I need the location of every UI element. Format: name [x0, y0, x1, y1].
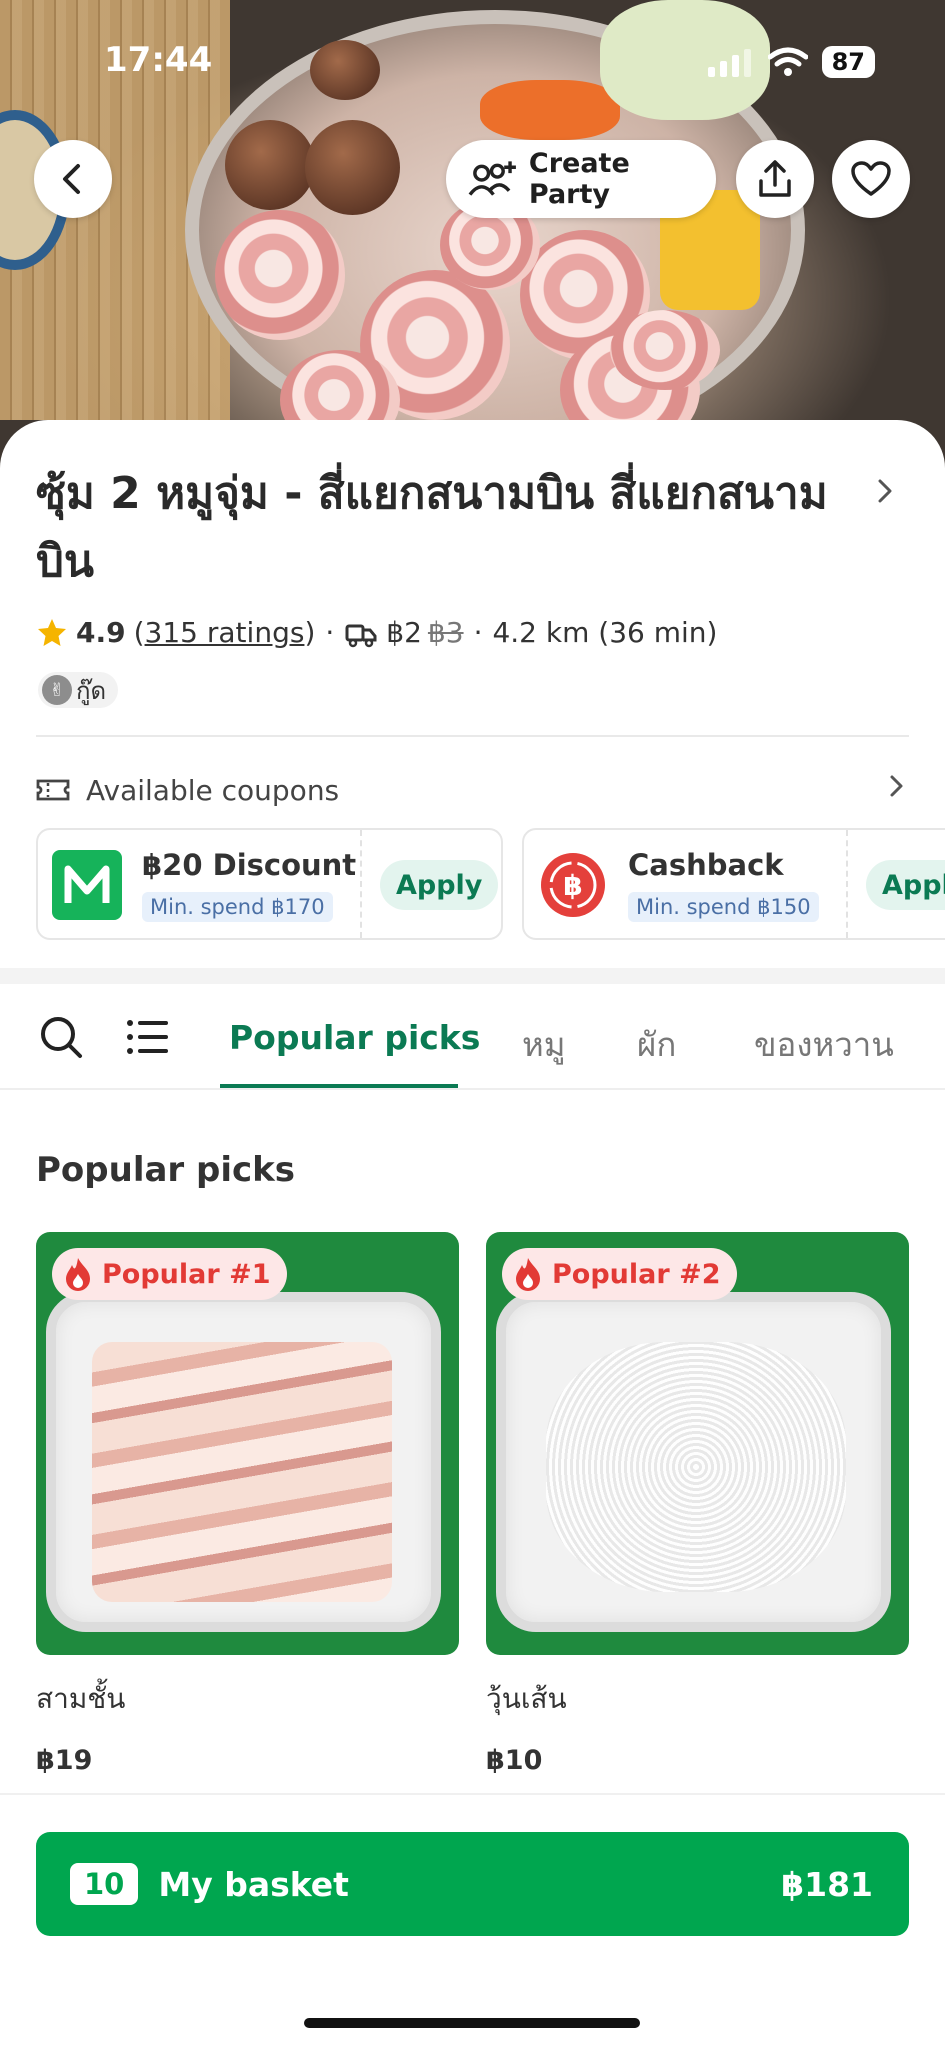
favorite-button[interactable] — [832, 140, 910, 218]
menu-item-image: Popular #1 — [36, 1232, 459, 1655]
restaurant-info-card: ซุ้ม 2 หมูจุ่ม - สี่แยกสนามบิน สี่แยกสนา… — [0, 420, 945, 960]
menu-item-price: ฿19 — [36, 1745, 93, 1776]
divider — [36, 735, 909, 737]
home-indicator — [304, 2018, 640, 2028]
menu-item-price: ฿10 — [486, 1745, 543, 1776]
tab-vegetables[interactable]: ผัก — [637, 1018, 676, 1071]
distance-time: 4.2 km (36 min) — [492, 616, 718, 649]
popular-badge-label: Popular #1 — [102, 1258, 271, 1290]
share-button[interactable] — [736, 140, 814, 218]
coupons-title: Available coupons — [86, 773, 340, 807]
basket-count: 10 — [70, 1863, 139, 1905]
cashback-icon: ฿ — [538, 850, 608, 920]
section-gap — [0, 968, 945, 984]
available-coupons-row[interactable]: Available coupons — [36, 770, 909, 810]
coupon-min-spend: Min. spend ฿150 — [628, 892, 819, 922]
status-bar: 17:44 87 — [0, 40, 945, 90]
star-icon — [38, 618, 66, 646]
menu-item-name: วุ้นเส้น — [486, 1682, 567, 1715]
back-arrow-icon — [63, 164, 80, 194]
tab-popular-picks[interactable]: Popular picks — [229, 1018, 480, 1057]
signal-icon — [707, 49, 751, 77]
back-button[interactable] — [34, 140, 112, 218]
coupon-icon — [36, 779, 70, 801]
restaurant-badge: ✌ กู๊ด — [38, 672, 119, 708]
restaurant-name[interactable]: ซุ้ม 2 หมูจุ่ม - สี่แยกสนามบิน สี่แยกสนา… — [36, 460, 836, 596]
create-party-button[interactable]: Create Party — [446, 140, 716, 218]
menu-item-card[interactable]: Popular #1 สามชั้น ฿19 — [36, 1232, 459, 1776]
fire-icon — [66, 1258, 90, 1291]
my-basket-button[interactable]: 10 My basket ฿181 — [36, 1832, 909, 1936]
apply-coupon-button[interactable]: Apply — [380, 860, 499, 910]
create-party-label: Create Party — [528, 148, 630, 210]
apply-coupon-button[interactable]: Apply — [866, 860, 945, 910]
popular-section-title: Popular picks — [36, 1150, 296, 1190]
share-icon — [759, 160, 791, 197]
coupon-card[interactable]: ฿ Cashback Min. spend ฿150 Apply — [522, 828, 945, 940]
active-tab-indicator — [220, 1084, 458, 1088]
popular-badge: Popular #1 — [52, 1248, 287, 1300]
basket-total: ฿181 — [781, 1864, 873, 1904]
search-icon[interactable] — [38, 1014, 84, 1060]
bottom-divider — [0, 1793, 945, 1795]
restaurant-meta: 4.9 (315 ratings) · ฿2 ฿3 · 4.2 km (36 m… — [36, 616, 717, 649]
badge-label: กู๊ด — [76, 676, 107, 705]
menu-list-icon[interactable] — [126, 1018, 170, 1056]
fire-icon — [516, 1258, 540, 1291]
chevron-right-icon[interactable] — [872, 478, 898, 504]
coupon-card[interactable]: ฿20 Discount Min. spend ฿170 Apply — [36, 828, 503, 940]
basket-label: My basket — [158, 1864, 349, 1904]
status-time: 17:44 — [104, 40, 213, 80]
original-fee: ฿3 — [427, 616, 464, 649]
chevron-right-icon — [890, 775, 903, 797]
delivery-icon — [345, 624, 377, 647]
peace-hand-icon: ✌ — [42, 675, 72, 705]
ratings-link[interactable]: 315 ratings — [145, 616, 305, 649]
tab-desserts[interactable]: ของหวาน — [754, 1018, 894, 1071]
rating-value: 4.9 — [76, 616, 126, 649]
delivery-fee: ฿2 — [386, 616, 422, 649]
coupon-min-spend: Min. spend ฿170 — [142, 892, 333, 922]
heart-icon — [851, 161, 891, 196]
coupon-title: Cashback — [628, 848, 784, 882]
menu-item-name: สามชั้น — [36, 1682, 126, 1715]
menu-item-image: Popular #2 — [486, 1232, 909, 1655]
popular-badge-label: Popular #2 — [552, 1258, 721, 1290]
wifi-icon — [767, 47, 808, 76]
popular-badge: Popular #2 — [502, 1248, 737, 1300]
add-person-icon — [468, 161, 516, 196]
svg-text:฿: ฿ — [563, 869, 582, 902]
menu-item-card[interactable]: Popular #2 วุ้นเส้น ฿10 — [486, 1232, 909, 1776]
tab-pork[interactable]: หมู — [522, 1018, 566, 1071]
category-tabs: Popular picks หมู ผัก ของหวาน — [0, 984, 945, 1090]
brand-m-icon — [52, 850, 122, 920]
battery-indicator: 87 — [821, 46, 875, 78]
coupon-title: ฿20 Discount — [142, 848, 357, 882]
status-icons: 87 — [707, 46, 875, 78]
